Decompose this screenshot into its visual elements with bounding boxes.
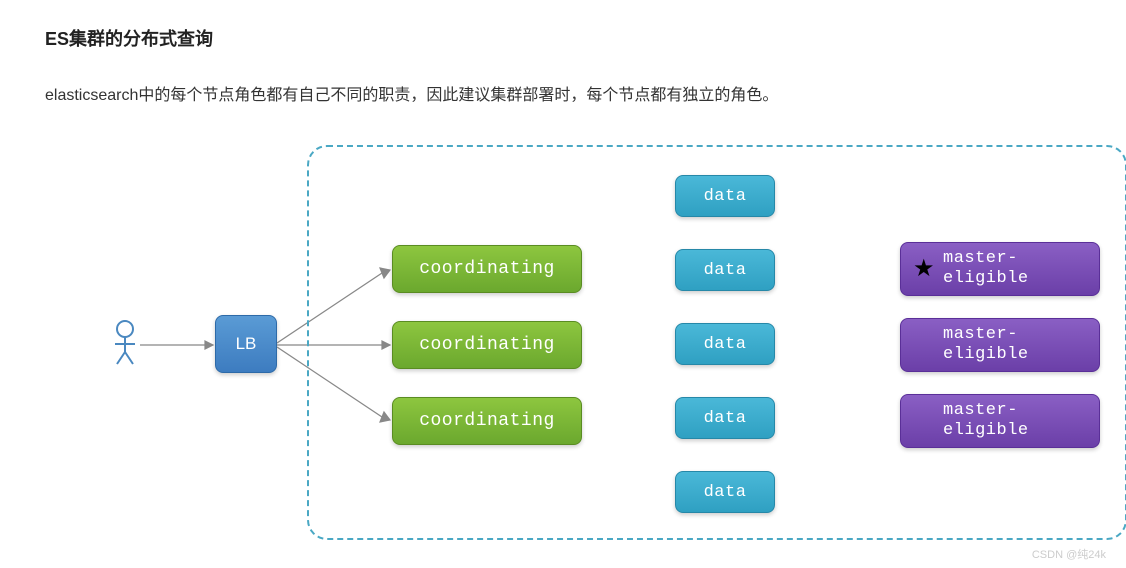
data-node-2: data <box>675 249 775 291</box>
star-icon: ★ <box>913 257 935 285</box>
user-icon <box>110 320 140 365</box>
coord-label: coordinating <box>419 335 555 355</box>
cluster-diagram: LB coordinating coordinating coordinatin… <box>45 145 1075 545</box>
master-eligible-node-1: ★ master- eligible <box>900 242 1100 296</box>
page-title: ES集群的分布式查询 <box>45 25 1081 51</box>
coord-label: coordinating <box>419 411 555 431</box>
data-node-5: data <box>675 471 775 513</box>
coordinating-node-3: coordinating <box>392 397 582 445</box>
coordinating-node-2: coordinating <box>392 321 582 369</box>
data-label: data <box>704 409 747 428</box>
data-label: data <box>704 483 747 502</box>
master-label: master- eligible <box>943 325 1029 364</box>
data-node-4: data <box>675 397 775 439</box>
data-node-3: data <box>675 323 775 365</box>
master-label: master- eligible <box>943 249 1029 288</box>
master-label: master- eligible <box>943 401 1029 440</box>
data-label: data <box>704 261 747 280</box>
data-label: data <box>704 335 747 354</box>
coord-label: coordinating <box>419 259 555 279</box>
lb-node: LB <box>215 315 277 373</box>
description-text: elasticsearch中的每个节点角色都有自己不同的职责，因此建议集群部署时… <box>45 81 1081 105</box>
watermark: CSDN @纯24k <box>1032 546 1106 562</box>
data-label: data <box>704 187 747 206</box>
lb-label: LB <box>236 334 257 354</box>
arrow-user-lb <box>140 340 215 350</box>
master-eligible-node-2: master- eligible <box>900 318 1100 372</box>
coordinating-node-1: coordinating <box>392 245 582 293</box>
data-node-1: data <box>675 175 775 217</box>
master-eligible-node-3: master- eligible <box>900 394 1100 448</box>
